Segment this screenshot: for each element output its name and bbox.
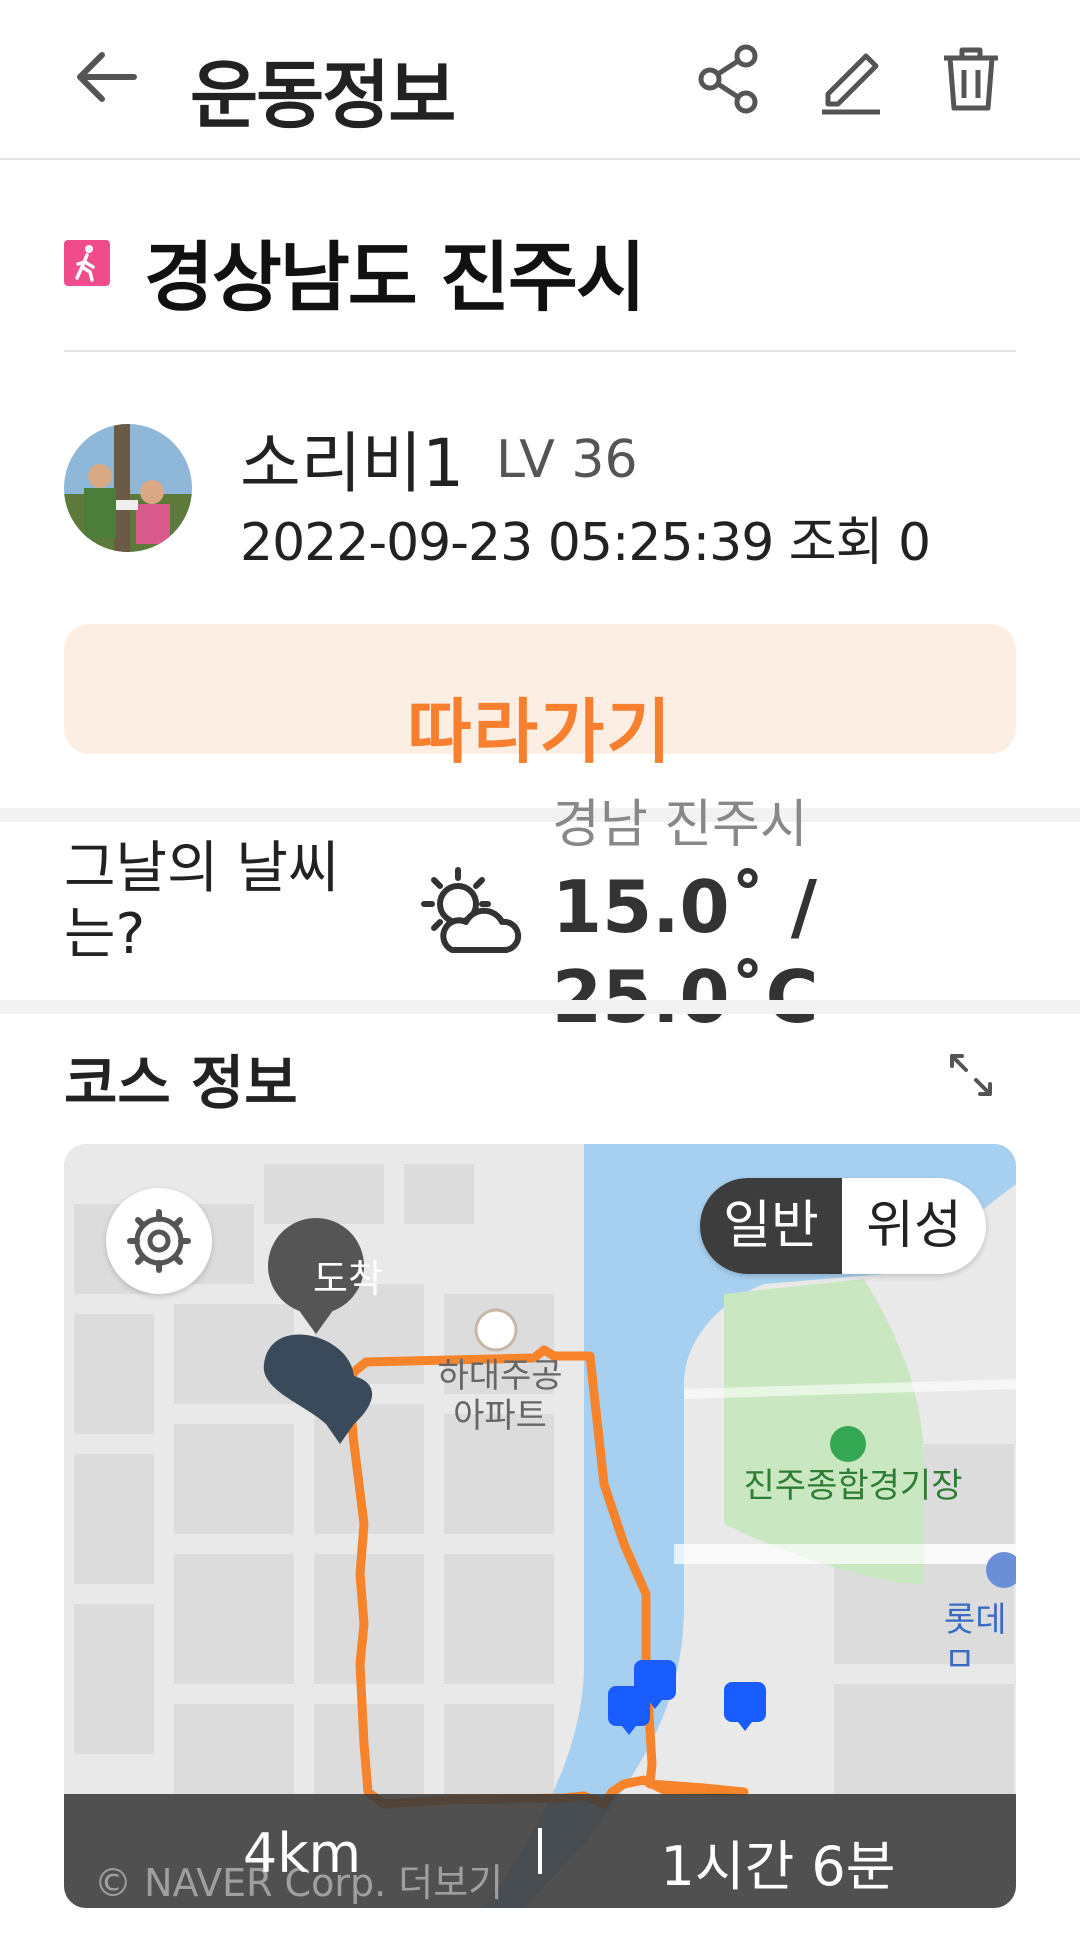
activity-region-row: 경상남도 진주시	[64, 216, 1016, 352]
share-icon[interactable]	[692, 42, 766, 116]
back-arrow-icon[interactable]	[72, 42, 142, 112]
map-label-lotte: 롯데ㅁ	[944, 1600, 1007, 1680]
map-label-apartment: 하대주공 아파트	[437, 1356, 563, 1436]
map-label-stadium: 진주종합경기장	[743, 1466, 963, 1506]
map-type-toggle[interactable]: 일반 위성	[700, 1178, 986, 1274]
avatar[interactable]	[64, 424, 192, 552]
page-title: 운동정보	[190, 53, 456, 139]
partly-sunny-icon	[421, 867, 522, 953]
weather-location: 경남 진주시	[552, 795, 808, 855]
map-settings-button[interactable]	[106, 1188, 212, 1294]
trash-icon[interactable]	[934, 42, 1008, 116]
expand-icon[interactable]	[948, 1052, 994, 1098]
walking-icon	[64, 240, 110, 286]
map-type-satellite[interactable]: 위성	[842, 1178, 986, 1274]
post-meta: 2022-09-23 05:25:39 조회 0	[240, 513, 931, 573]
gear-icon	[127, 1209, 191, 1273]
arrival-pin-label: 도착	[313, 1257, 383, 1301]
section-divider	[0, 1000, 1080, 1014]
course-duration: 1시간 6분	[660, 1835, 896, 1898]
follow-button-label: 따라가기	[407, 691, 673, 773]
user-name[interactable]: 소리비1	[240, 410, 464, 506]
weather-temperature: 15.0˚ / 25.0˚C	[552, 865, 819, 1039]
section-divider	[0, 808, 1080, 822]
edit-icon[interactable]	[814, 42, 888, 116]
app-bar: 운동정보	[0, 0, 1080, 160]
region-title: 경상남도 진주시	[144, 233, 646, 322]
user-level: LV 36	[496, 430, 638, 490]
course-title: 코스 정보	[64, 1049, 298, 1117]
map-type-general[interactable]: 일반	[700, 1178, 842, 1274]
follow-button[interactable]: 따라가기	[64, 624, 1016, 773]
avatar-image	[64, 424, 192, 552]
map-copyright[interactable]: © NAVER Corp. 더보기	[94, 1852, 503, 1907]
weather-question: 그날의 날씨는?	[64, 836, 340, 967]
course-map[interactable]: 일반 위성 도착 하대주공 아파트 진주종합경기장 롯데ㅁ 4km 1시간 6분…	[64, 1144, 1016, 1908]
